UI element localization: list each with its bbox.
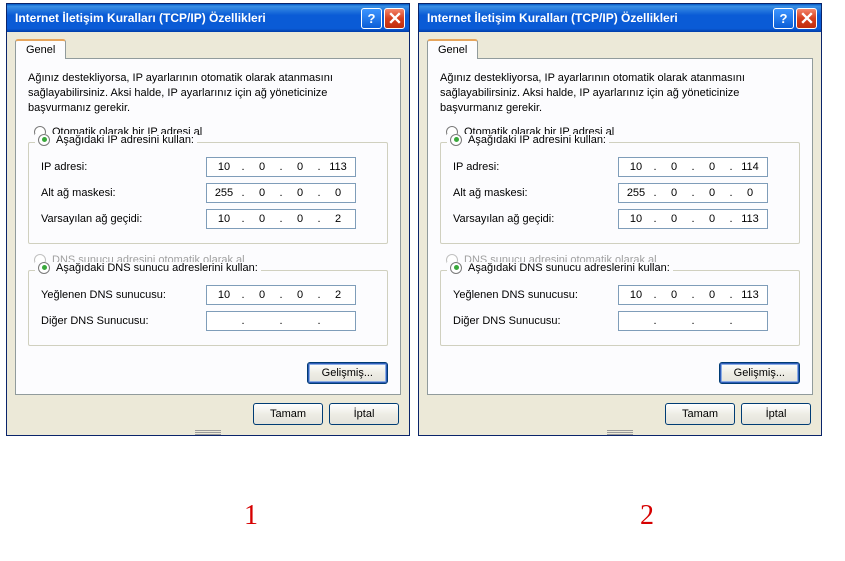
help-button[interactable]: ? <box>773 8 794 29</box>
ip-octet[interactable]: 10 <box>619 289 653 301</box>
gateway-label: Varsayılan ağ geçidi: <box>453 213 618 225</box>
ip-octet[interactable]: 0 <box>245 289 279 301</box>
ip-group: Aşağıdaki IP adresini kullan: IP adresi:… <box>440 142 800 244</box>
ip-octet[interactable]: 114 <box>733 161 767 173</box>
preferred-dns-label: Yeğlenen DNS sunucusu: <box>453 289 618 301</box>
alternate-dns-label: Diğer DNS Sunucusu: <box>41 315 206 327</box>
subnet-mask-input[interactable]: 255. 0. 0. 0 <box>618 183 768 203</box>
dns-group: Aşağıdaki DNS sunucu adreslerini kullan:… <box>440 270 800 346</box>
ip-octet[interactable]: 0 <box>245 187 279 199</box>
radio-use-dns[interactable]: Aşağıdaki DNS sunucu adreslerini kullan: <box>447 262 673 274</box>
cancel-button[interactable]: İptal <box>329 403 399 425</box>
ip-octet[interactable]: 0 <box>657 161 691 173</box>
subnet-mask-input[interactable]: 255. 0. 0. 0 <box>206 183 356 203</box>
ip-octet[interactable]: 10 <box>207 161 241 173</box>
ip-octet[interactable]: 10 <box>207 213 241 225</box>
radio-label: Aşağıdaki DNS sunucu adreslerini kullan: <box>468 262 670 274</box>
ip-address-label: IP adresi: <box>453 161 618 173</box>
ip-octet[interactable]: 0 <box>283 187 317 199</box>
alternate-dns-input[interactable]: . . . <box>618 311 768 331</box>
ip-group: Aşağıdaki IP adresini kullan: IP adresi:… <box>28 142 388 244</box>
close-button[interactable] <box>796 8 817 29</box>
advanced-button[interactable]: Gelişmiş... <box>719 362 800 384</box>
help-button[interactable]: ? <box>361 8 382 29</box>
ip-octet[interactable]: 10 <box>207 289 241 301</box>
gateway-input[interactable]: 10. 0. 0. 2 <box>206 209 356 229</box>
subnet-mask-label: Alt ağ maskesi: <box>453 187 618 199</box>
resize-grip[interactable] <box>607 429 633 434</box>
window-title: Internet İletişim Kuralları (TCP/IP) Öze… <box>15 11 359 25</box>
cancel-button[interactable]: İptal <box>741 403 811 425</box>
ip-octet[interactable]: 0 <box>245 161 279 173</box>
radio-icon <box>38 262 50 274</box>
ip-octet[interactable]: 0 <box>695 289 729 301</box>
ip-octet[interactable]: 0 <box>695 187 729 199</box>
ip-octet[interactable]: 0 <box>695 161 729 173</box>
intro-text: Ağınız destekliyorsa, IP ayarlarının oto… <box>440 71 800 116</box>
dns-group: Aşağıdaki DNS sunucu adreslerini kullan:… <box>28 270 388 346</box>
window-title: Internet İletişim Kuralları (TCP/IP) Öze… <box>427 11 771 25</box>
ip-octet[interactable]: 113 <box>321 161 355 173</box>
alternate-dns-input[interactable]: . . . <box>206 311 356 331</box>
alternate-dns-label: Diğer DNS Sunucusu: <box>453 315 618 327</box>
ip-address-input[interactable]: 10. 0. 0. 113 <box>206 157 356 177</box>
radio-icon <box>450 134 462 146</box>
ip-octet[interactable]: 0 <box>657 213 691 225</box>
radio-icon <box>38 134 50 146</box>
ip-address-input[interactable]: 10. 0. 0. 114 <box>618 157 768 177</box>
ip-octet[interactable]: 2 <box>321 213 355 225</box>
tab-general[interactable]: Genel <box>427 39 478 59</box>
radio-use-ip[interactable]: Aşağıdaki IP adresini kullan: <box>35 134 197 146</box>
ip-octet[interactable]: 0 <box>657 187 691 199</box>
ip-octet[interactable]: 255 <box>207 187 241 199</box>
intro-text: Ağınız destekliyorsa, IP ayarlarının oto… <box>28 71 388 116</box>
advanced-button[interactable]: Gelişmiş... <box>307 362 388 384</box>
ip-octet[interactable]: 0 <box>283 213 317 225</box>
ip-octet[interactable]: 0 <box>695 213 729 225</box>
radio-label: Aşağıdaki IP adresini kullan: <box>468 134 606 146</box>
gateway-input[interactable]: 10. 0. 0. 113 <box>618 209 768 229</box>
ip-octet[interactable]: 0 <box>283 289 317 301</box>
ip-octet[interactable]: 113 <box>733 289 767 301</box>
ip-octet[interactable]: 255 <box>619 187 653 199</box>
tab-general[interactable]: Genel <box>15 39 66 59</box>
ip-octet[interactable]: 0 <box>283 161 317 173</box>
figure-label-1: 1 <box>244 500 258 532</box>
ip-octet[interactable]: 10 <box>619 213 653 225</box>
preferred-dns-label: Yeğlenen DNS sunucusu: <box>41 289 206 301</box>
close-icon <box>389 12 401 24</box>
close-icon <box>801 12 813 24</box>
ip-octet[interactable]: 0 <box>321 187 355 199</box>
ip-octet[interactable]: 0 <box>245 213 279 225</box>
radio-use-ip[interactable]: Aşağıdaki IP adresini kullan: <box>447 134 609 146</box>
preferred-dns-input[interactable]: 10. 0. 0. 2 <box>206 285 356 305</box>
gateway-label: Varsayılan ağ geçidi: <box>41 213 206 225</box>
tcpip-dialog-2: Internet İletişim Kuralları (TCP/IP) Öze… <box>418 3 822 436</box>
ok-button[interactable]: Tamam <box>665 403 735 425</box>
radio-label: Aşağıdaki DNS sunucu adreslerini kullan: <box>56 262 258 274</box>
resize-grip[interactable] <box>195 429 221 434</box>
radio-label: Aşağıdaki IP adresini kullan: <box>56 134 194 146</box>
ip-octet[interactable]: 2 <box>321 289 355 301</box>
close-button[interactable] <box>384 8 405 29</box>
ok-button[interactable]: Tamam <box>253 403 323 425</box>
figure-label-2: 2 <box>640 500 654 532</box>
ip-address-label: IP adresi: <box>41 161 206 173</box>
tcpip-dialog-1: Internet İletişim Kuralları (TCP/IP) Öze… <box>6 3 410 436</box>
subnet-mask-label: Alt ağ maskesi: <box>41 187 206 199</box>
radio-icon <box>450 262 462 274</box>
titlebar[interactable]: Internet İletişim Kuralları (TCP/IP) Öze… <box>7 4 409 32</box>
preferred-dns-input[interactable]: 10. 0. 0. 113 <box>618 285 768 305</box>
ip-octet[interactable]: 113 <box>733 213 767 225</box>
ip-octet[interactable]: 0 <box>733 187 767 199</box>
titlebar[interactable]: Internet İletişim Kuralları (TCP/IP) Öze… <box>419 4 821 32</box>
radio-use-dns[interactable]: Aşağıdaki DNS sunucu adreslerini kullan: <box>35 262 261 274</box>
ip-octet[interactable]: 0 <box>657 289 691 301</box>
ip-octet[interactable]: 10 <box>619 161 653 173</box>
